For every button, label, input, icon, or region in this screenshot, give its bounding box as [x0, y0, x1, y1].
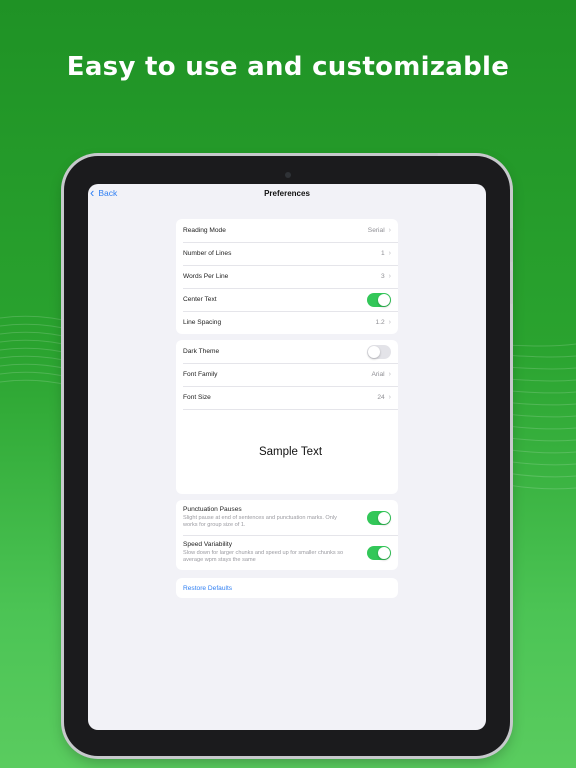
- restore-group: Restore Defaults: [176, 578, 398, 598]
- row-label: Font Family: [183, 371, 218, 378]
- page-title: Preferences: [264, 189, 310, 198]
- row-value: Serial: [367, 227, 385, 234]
- line-spacing-row[interactable]: Line Spacing 1.2 ›: [176, 311, 398, 334]
- screen: ‹ Back Preferences Reading Mode Serial ›…: [88, 184, 486, 730]
- dark-theme-row: Dark Theme: [176, 340, 398, 363]
- row-value: 1.2: [375, 319, 385, 326]
- toggle-knob: [378, 511, 390, 524]
- toggle-knob: [368, 345, 380, 358]
- dark-theme-toggle[interactable]: [367, 344, 391, 359]
- row-text: Speed Variability Slow down for larger c…: [183, 541, 367, 564]
- chevron-right-icon: ›: [388, 371, 391, 378]
- navigation-bar: ‹ Back Preferences: [88, 184, 486, 204]
- tablet-volume-down-button: [510, 270, 513, 304]
- row-label: Reading Mode: [183, 227, 226, 234]
- row-label: Center Text: [183, 296, 217, 303]
- toggle-knob: [378, 546, 390, 559]
- tablet-volume-up-button: [510, 228, 513, 262]
- row-label: Font Size: [183, 394, 211, 401]
- punctuation-pauses-row: Punctuation Pauses Slight pause at end o…: [176, 500, 398, 535]
- chevron-right-icon: ›: [388, 319, 391, 326]
- row-description: Slight pause at end of sentences and pun…: [183, 515, 337, 528]
- chevron-right-icon: ›: [388, 394, 391, 401]
- restore-defaults-row[interactable]: Restore Defaults: [176, 578, 398, 598]
- appearance-settings-group: Dark Theme Font Family Arial › Font Size…: [176, 340, 398, 494]
- pause-settings-group: Punctuation Pauses Slight pause at end o…: [176, 500, 398, 570]
- row-label: Line Spacing: [183, 319, 222, 326]
- row-value: 24: [377, 394, 385, 401]
- speed-variability-toggle[interactable]: [367, 545, 391, 560]
- chevron-right-icon: ›: [388, 250, 391, 257]
- row-label: Dark Theme: [183, 348, 220, 355]
- row-label: Punctuation Pauses: [183, 506, 242, 513]
- words-per-line-row[interactable]: Words Per Line 3 ›: [176, 265, 398, 288]
- row-value: 1: [380, 250, 385, 257]
- number-of-lines-row[interactable]: Number of Lines 1 ›: [176, 242, 398, 265]
- center-text-toggle[interactable]: [367, 292, 391, 307]
- row-value: Arial: [371, 371, 385, 378]
- camera: [285, 172, 291, 178]
- font-family-row[interactable]: Font Family Arial ›: [176, 363, 398, 386]
- speed-variability-row: Speed Variability Slow down for larger c…: [176, 535, 398, 570]
- restore-defaults-button[interactable]: Restore Defaults: [183, 585, 391, 592]
- reading-settings-group: Reading Mode Serial › Number of Lines 1 …: [176, 219, 398, 334]
- sample-text-preview: Sample Text: [183, 409, 398, 494]
- chevron-right-icon: ›: [388, 227, 391, 234]
- row-label: Speed Variability: [183, 541, 232, 548]
- row-label: Number of Lines: [183, 250, 232, 257]
- row-label: Words Per Line: [183, 273, 229, 280]
- center-text-row: Center Text: [176, 288, 398, 311]
- punctuation-pauses-toggle[interactable]: [367, 510, 391, 525]
- toggle-knob: [378, 293, 390, 306]
- reading-mode-row[interactable]: Reading Mode Serial ›: [176, 219, 398, 242]
- row-description: Slow down for larger chunks and speed up…: [183, 550, 344, 563]
- row-text: Punctuation Pauses Slight pause at end o…: [183, 506, 367, 529]
- row-value: 3: [380, 273, 385, 280]
- chevron-right-icon: ›: [388, 273, 391, 280]
- font-size-row[interactable]: Font Size 24 ›: [176, 386, 398, 409]
- headline: Easy to use and customizable: [66, 52, 510, 82]
- tablet-top-button: [420, 153, 438, 156]
